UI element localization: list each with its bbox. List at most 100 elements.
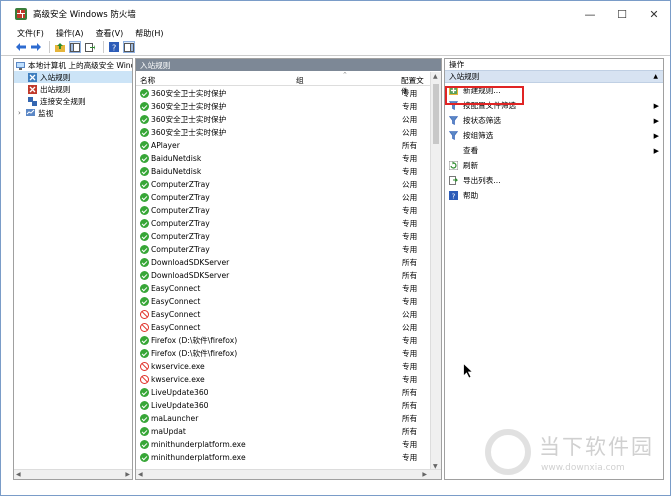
table-row[interactable]: BaiduNetdisk专用 (136, 152, 430, 165)
tree-root[interactable]: 本地计算机 上的高级安全 Windows (14, 59, 132, 71)
table-row[interactable]: DownloadSDKServer所有 (136, 256, 430, 269)
table-row[interactable]: 360安全卫士实时保护专用 (136, 87, 430, 100)
firewall-app-icon (15, 8, 27, 20)
table-row[interactable]: LiveUpdate360所有 (136, 386, 430, 399)
action-item-label: 导出列表... (463, 175, 501, 186)
scroll-up-arrow-icon[interactable]: ▲ (433, 73, 438, 80)
table-row[interactable]: BaiduNetdisk专用 (136, 165, 430, 178)
rule-profile: 专用 (402, 166, 417, 177)
column-group[interactable]: 组 (296, 75, 304, 86)
table-row[interactable]: maLauncher所有 (136, 412, 430, 425)
action-item[interactable]: 查看▶ (445, 143, 663, 158)
tree-item-inbound-rules[interactable]: 入站规则 (14, 71, 132, 83)
action-item[interactable]: 刷新 (445, 158, 663, 173)
tree-item-outbound-rules[interactable]: 出站规则 (14, 83, 132, 95)
tree-item-monitoring[interactable]: › 监视 (14, 107, 132, 119)
firewall-window: 高级安全 Windows 防火墙 — ☐ ✕ 文件(F) 操作(A) 查看(V)… (0, 0, 671, 496)
scroll-left-arrow-icon[interactable]: ◀ (138, 471, 143, 478)
menu-action[interactable]: 操作(A) (56, 28, 84, 39)
scroll-thumb[interactable] (433, 84, 439, 144)
rule-name: ComputerZTray (151, 206, 210, 215)
table-row[interactable]: ComputerZTray专用 (136, 230, 430, 243)
action-item[interactable]: 导出列表... (445, 173, 663, 188)
menu-help[interactable]: 帮助(H) (135, 28, 163, 39)
close-button[interactable]: ✕ (638, 1, 670, 27)
show-action-pane-icon[interactable] (123, 41, 135, 53)
table-row[interactable]: EasyConnect专用 (136, 282, 430, 295)
navigation-tree: 本地计算机 上的高级安全 Windows 入站规则 出站规则 连接安全规则 › … (13, 58, 133, 480)
scroll-right-arrow-icon[interactable]: ▶ (125, 471, 130, 478)
table-row[interactable]: EasyConnect公用 (136, 308, 430, 321)
table-row[interactable]: kwservice.exe专用 (136, 373, 430, 386)
table-row[interactable]: kwservice.exe专用 (136, 360, 430, 373)
allow-rule-icon (140, 440, 149, 449)
table-row[interactable]: maUpdat所有 (136, 425, 430, 438)
table-row[interactable]: APlayer所有 (136, 139, 430, 152)
watermark-title: 当下软件园 (539, 431, 654, 461)
table-row[interactable]: DownloadSDKServer所有 (136, 269, 430, 282)
action-item-label: 查看 (463, 145, 478, 156)
table-row[interactable]: ComputerZTray公用 (136, 178, 430, 191)
tree-horizontal-scrollbar[interactable]: ◀ ▶ (14, 469, 132, 479)
connection-security-icon (28, 97, 37, 106)
allow-rule-icon (140, 89, 149, 98)
table-row[interactable]: EasyConnect公用 (136, 321, 430, 334)
rule-profile: 公用 (402, 114, 417, 125)
maximize-button[interactable]: ☐ (606, 1, 638, 27)
allow-rule-icon (140, 193, 149, 202)
block-rule-icon (140, 323, 149, 332)
table-row[interactable]: 360安全卫士实时保护公用 (136, 126, 430, 139)
help-icon[interactable]: ? (108, 41, 120, 53)
action-item[interactable]: ?帮助 (445, 188, 663, 203)
show-tree-icon[interactable] (69, 41, 81, 53)
table-row[interactable]: ComputerZTray专用 (136, 243, 430, 256)
tree-item-label: 监视 (38, 108, 53, 119)
rules-horizontal-scrollbar[interactable]: ◀ ▶ (136, 469, 441, 479)
action-item[interactable]: 按状态筛选▶ (445, 113, 663, 128)
menu-file[interactable]: 文件(F) (17, 28, 44, 39)
rule-name: Firefox (D:\软件\firefox) (151, 335, 237, 346)
table-row[interactable]: 360安全卫士实时保护专用 (136, 100, 430, 113)
minimize-button[interactable]: — (574, 1, 606, 27)
filter-icon (449, 131, 458, 140)
rule-profile: 专用 (402, 231, 417, 242)
allow-rule-icon (140, 219, 149, 228)
table-row[interactable]: ComputerZTray公用 (136, 191, 430, 204)
table-row[interactable]: ComputerZTray专用 (136, 217, 430, 230)
collapse-arrow-icon[interactable]: ▲ (653, 73, 658, 80)
forward-arrow-icon[interactable] (30, 41, 42, 53)
table-row[interactable]: LiveUpdate360所有 (136, 399, 430, 412)
table-row[interactable]: Firefox (D:\软件\firefox)专用 (136, 334, 430, 347)
table-row[interactable]: 360安全卫士实时保护公用 (136, 113, 430, 126)
tree-root-label: 本地计算机 上的高级安全 Windows (28, 60, 133, 71)
table-row[interactable]: EasyConnect专用 (136, 295, 430, 308)
scroll-left-arrow-icon[interactable]: ◀ (16, 471, 21, 478)
back-arrow-icon[interactable] (15, 41, 27, 53)
toolbar-divider (49, 41, 50, 53)
expand-chevron-icon[interactable]: › (18, 109, 26, 117)
rule-name: 360安全卫士实时保护 (151, 88, 226, 99)
scroll-right-arrow-icon[interactable]: ▶ (422, 471, 427, 478)
action-item[interactable]: 按组筛选▶ (445, 128, 663, 143)
actions-pane-header: 操作 (445, 59, 663, 71)
up-folder-icon[interactable] (54, 41, 66, 53)
actions-section-header[interactable]: 入站规则 ▲ (445, 71, 663, 83)
table-row[interactable]: Firefox (D:\软件\firefox)专用 (136, 347, 430, 360)
rule-name: kwservice.exe (151, 375, 205, 384)
rules-vertical-scrollbar[interactable]: ▲ ▼ (430, 72, 441, 471)
rule-name: EasyConnect (151, 297, 200, 306)
table-row[interactable]: minithunderplatform.exe专用 (136, 438, 430, 451)
rule-name: Firefox (D:\软件\firefox) (151, 348, 237, 359)
rule-name: maUpdat (151, 427, 186, 436)
table-row[interactable]: minithunderplatform.exe专用 (136, 451, 430, 464)
table-row[interactable]: ComputerZTray专用 (136, 204, 430, 217)
filter-icon (449, 116, 458, 125)
rule-profile: 所有 (402, 413, 417, 424)
tree-item-connection-security-rules[interactable]: 连接安全规则 (14, 95, 132, 107)
column-header-row: 名称 组 ⌃ 配置文件 (136, 72, 430, 86)
export-list-icon[interactable] (84, 41, 96, 53)
allow-rule-icon (140, 453, 149, 462)
column-name[interactable]: 名称 (140, 75, 155, 86)
menu-view[interactable]: 查看(V) (96, 28, 124, 39)
menu-bar: 文件(F) 操作(A) 查看(V) 帮助(H) (1, 27, 670, 39)
